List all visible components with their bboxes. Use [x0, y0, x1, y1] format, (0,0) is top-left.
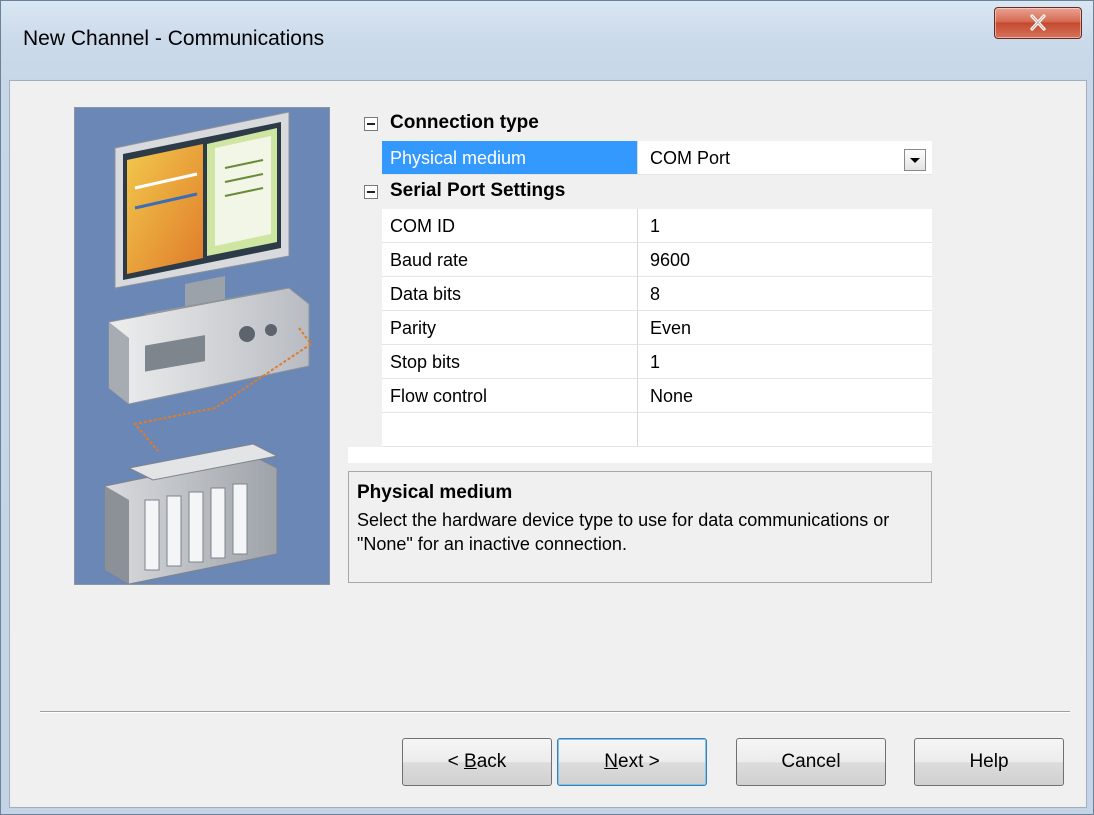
row-gutter [348, 209, 382, 243]
property-help-panel: Physical medium Select the hardware devi… [348, 471, 932, 583]
cancel-button[interactable]: Cancel [736, 738, 886, 786]
property-row-baud-rate[interactable]: Baud rate 9600 [348, 243, 932, 277]
row-gutter [348, 141, 382, 175]
computer-network-icon [104, 111, 313, 584]
next-button[interactable]: Next > [557, 738, 707, 786]
back-button-prefix: < [447, 751, 465, 772]
property-value[interactable]: 1 [638, 209, 932, 243]
window-title: New Channel - Communications [23, 27, 325, 50]
property-name: Data bits [382, 277, 638, 311]
property-name: Flow control [382, 379, 638, 413]
next-button-mnemonic: N [604, 751, 618, 772]
property-value[interactable]: 8 [638, 277, 932, 311]
dropdown-arrow-icon[interactable] [904, 149, 926, 171]
property-value-empty [638, 413, 932, 447]
back-button[interactable]: < Back [402, 738, 552, 786]
property-row-com-id[interactable]: COM ID 1 [348, 209, 932, 243]
collapse-icon[interactable] [364, 185, 378, 199]
close-button[interactable] [994, 7, 1082, 39]
help-description: Select the hardware device type to use f… [357, 510, 890, 554]
property-value[interactable]: None [638, 379, 932, 413]
property-row-data-bits[interactable]: Data bits 8 [348, 277, 932, 311]
property-name: Physical medium [382, 141, 638, 175]
property-row-empty [348, 413, 932, 447]
property-name-empty [382, 413, 638, 447]
button-separator [40, 711, 1070, 713]
cancel-button-label: Cancel [781, 751, 841, 772]
property-name: COM ID [382, 209, 638, 243]
category-connection-type[interactable]: Connection type [348, 107, 932, 141]
back-button-rest: ack [476, 751, 507, 772]
property-value[interactable]: COM Port [638, 141, 932, 175]
collapse-icon[interactable] [364, 117, 378, 131]
property-value[interactable]: Even [638, 311, 932, 345]
property-value[interactable]: 9600 [638, 243, 932, 277]
property-row-stop-bits[interactable]: Stop bits 1 [348, 345, 932, 379]
property-grid: Connection type Physical medium COM Port… [348, 107, 932, 463]
category-label: Serial Port Settings [390, 180, 566, 201]
row-gutter [348, 345, 382, 379]
property-name: Stop bits [382, 345, 638, 379]
dialog-client-area: Connection type Physical medium COM Port… [9, 80, 1087, 808]
help-title: Physical medium [357, 482, 513, 503]
row-gutter [348, 311, 382, 345]
row-gutter [348, 413, 382, 447]
next-button-rest: ext > [618, 751, 660, 772]
close-icon [1030, 14, 1046, 31]
category-label: Connection type [390, 112, 539, 133]
property-name: Parity [382, 311, 638, 345]
property-row-physical-medium[interactable]: Physical medium COM Port [348, 141, 932, 175]
help-button[interactable]: Help [914, 738, 1064, 786]
property-name: Baud rate [382, 243, 638, 277]
row-gutter [348, 379, 382, 413]
category-serial-port-settings[interactable]: Serial Port Settings [348, 175, 932, 209]
property-row-flow-control[interactable]: Flow control None [348, 379, 932, 413]
property-value[interactable]: 1 [638, 345, 932, 379]
property-row-parity[interactable]: Parity Even [348, 311, 932, 345]
row-gutter [348, 277, 382, 311]
help-button-label: Help [969, 751, 1009, 772]
back-button-mnemonic: B [464, 751, 477, 772]
row-gutter [348, 243, 382, 277]
computer-plc-illustration [74, 107, 330, 585]
dialog-window: New Channel - Communications Connection … [0, 0, 1094, 815]
